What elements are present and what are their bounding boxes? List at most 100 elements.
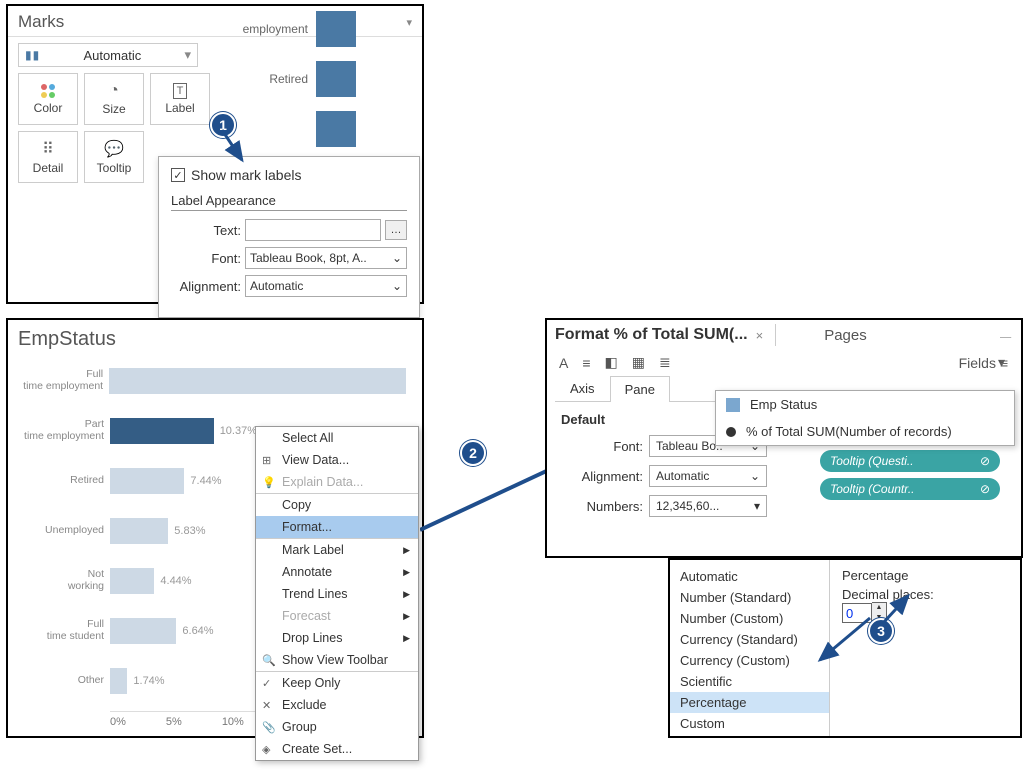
menu-item-label: Mark Label — [282, 543, 344, 557]
bar — [110, 568, 154, 594]
fields-dropdown-menu: Emp Status % of Total SUM(Number of reco… — [715, 390, 1015, 446]
link-icon: ⊘ — [980, 482, 990, 496]
tab-pane[interactable]: Pane — [610, 376, 670, 402]
decimal-places-spinner[interactable]: ▲▼ — [842, 602, 1008, 624]
number-format-option[interactable]: Number (Custom) — [670, 608, 829, 629]
bar — [110, 468, 184, 494]
bar-chart-icon: ▮▮ — [25, 48, 40, 62]
number-format-list: AutomaticNumber (Standard)Number (Custom… — [670, 560, 830, 736]
context-menu-item: 💡Explain Data... — [256, 471, 418, 493]
font-dropdown[interactable]: Tableau Book, 8pt, A..⌄ — [245, 247, 407, 269]
number-format-option[interactable]: Number (Standard) — [670, 587, 829, 608]
rows-icon[interactable]: ≡ — [1000, 355, 1011, 371]
context-menu-item[interactable]: Copy — [256, 493, 418, 516]
context-menu-item[interactable]: 🔍Show View Toolbar — [256, 649, 418, 671]
context-menu-item[interactable]: 📎Group — [256, 716, 418, 738]
marks-title: Marks — [18, 12, 64, 32]
dimension-icon — [726, 398, 740, 412]
chart-title: EmpStatus — [18, 328, 412, 351]
menu-item-icon: 📎 — [262, 721, 276, 734]
context-menu-item: Forecast▶ — [256, 605, 418, 627]
context-menu-item[interactable]: Select All — [256, 427, 418, 449]
number-format-option[interactable]: Currency (Custom) — [670, 650, 829, 671]
bar — [110, 518, 168, 544]
fields-option-empstatus[interactable]: Emp Status — [716, 391, 1014, 418]
mini-row-label: Retired — [228, 72, 308, 86]
bar — [109, 368, 406, 394]
fields-dropdown[interactable]: Fields▾ — [959, 354, 1005, 371]
chevron-down-icon: ⌄ — [392, 251, 402, 265]
submenu-arrow-icon: ▶ — [403, 545, 410, 556]
side-toolbar: 𝄖 ≡ — [1000, 330, 1011, 371]
shading-icon[interactable]: ◧ — [605, 354, 618, 371]
axis-tick: 5% — [166, 716, 182, 728]
menu-item-label: Explain Data... — [282, 475, 363, 489]
fields-option-percent[interactable]: % of Total SUM(Number of records) — [716, 418, 1014, 445]
borders-icon[interactable]: ▦ — [632, 354, 645, 371]
align-icon[interactable]: ≡ — [582, 355, 590, 371]
font-label: Font: — [171, 251, 241, 266]
detail-button[interactable]: ⠿ Detail — [18, 131, 78, 183]
context-menu-item[interactable]: ✕Exclude — [256, 694, 418, 716]
context-menu-item[interactable]: Annotate▶ — [256, 561, 418, 583]
number-format-option[interactable]: Automatic — [670, 566, 829, 587]
menu-item-label: Keep Only — [282, 676, 340, 690]
tooltip-pill-country[interactable]: Tooltip (Countr..⊘ — [820, 478, 1000, 500]
show-mark-labels-checkbox[interactable]: ✓ Show mark labels — [171, 167, 407, 183]
label-options-popup: ✓ Show mark labels Label Appearance Text… — [158, 156, 420, 318]
columns-icon[interactable]: 𝄖 — [1000, 330, 1011, 347]
number-format-option[interactable]: Scientific — [670, 671, 829, 692]
numbers-label: Numbers: — [561, 499, 643, 514]
number-format-option[interactable]: Currency (Standard) — [670, 629, 829, 650]
tooltip-button[interactable]: 💬 Tooltip — [84, 131, 144, 183]
text-more-button[interactable]: … — [385, 220, 407, 240]
number-format-option[interactable]: Custom — [670, 713, 829, 734]
size-icon: ◔ — [109, 82, 119, 100]
menu-item-label: Annotate — [282, 565, 332, 579]
lines-icon[interactable]: ≣ — [659, 354, 671, 371]
marks-card: Marks ▾ ▮▮ Automatic ▾ Color ◔ Size T La… — [6, 4, 424, 304]
chevron-down-icon: ⌄ — [392, 279, 402, 293]
value-label: 7.44% — [190, 475, 221, 487]
context-menu-item[interactable]: ✓ Keep Only — [256, 671, 418, 694]
spinner-up-icon[interactable]: ▲ — [872, 603, 886, 613]
menu-item-icon: 🔍 — [262, 654, 276, 667]
text-label: Text: — [171, 223, 241, 238]
mini-row-label: employment — [228, 22, 308, 36]
context-menu-item[interactable]: Trend Lines▶ — [256, 583, 418, 605]
context-menu-item[interactable]: ⊞View Data... — [256, 449, 418, 471]
alignment-dropdown[interactable]: Automatic⌄ — [245, 275, 407, 297]
menu-item-icon: ✓ — [262, 677, 271, 690]
decimal-places-input[interactable] — [842, 603, 872, 623]
numbers-select[interactable]: 12,345,60...▾ — [649, 495, 767, 517]
label-icon: T — [173, 83, 188, 99]
font-icon[interactable]: A — [559, 355, 568, 371]
context-menu-item[interactable]: Mark Label ▶ — [256, 538, 418, 561]
checkbox-icon: ✓ — [171, 168, 185, 182]
tooltip-pill-question[interactable]: Tooltip (Questi..⊘ — [820, 450, 1000, 472]
mark-type-dropdown[interactable]: ▮▮ Automatic ▾ — [18, 43, 198, 67]
chart-bar-row[interactable]: Fulltime employment — [18, 361, 412, 401]
context-menu-item[interactable]: ◈Create Set... — [256, 738, 418, 760]
detail-icon: ⠿ — [42, 139, 54, 159]
step-badge-2: 2 — [460, 440, 486, 466]
size-button[interactable]: ◔ Size — [84, 73, 144, 125]
tab-axis[interactable]: Axis — [555, 375, 610, 401]
menu-item-label: Drop Lines — [282, 631, 342, 645]
tooltip-icon: 💬 — [104, 139, 124, 159]
size-label: Size — [102, 102, 125, 116]
label-button[interactable]: T Label — [150, 73, 210, 125]
value-label: 6.64% — [182, 625, 213, 637]
number-format-option[interactable]: Percentage — [670, 692, 829, 713]
text-input[interactable] — [245, 219, 381, 241]
mini-bar — [316, 11, 356, 47]
value-label: 1.74% — [133, 675, 164, 687]
color-button[interactable]: Color — [18, 73, 78, 125]
context-menu-item[interactable]: Drop Lines▶ — [256, 627, 418, 649]
chevron-down-icon: ▾ — [184, 47, 191, 63]
number-format-popup: AutomaticNumber (Standard)Number (Custom… — [668, 558, 1022, 738]
close-icon[interactable]: × — [756, 328, 764, 343]
context-menu-item[interactable]: Format... — [256, 516, 418, 538]
format-type-heading: Percentage — [842, 568, 1008, 583]
alignment-select[interactable]: Automatic⌄ — [649, 465, 767, 487]
